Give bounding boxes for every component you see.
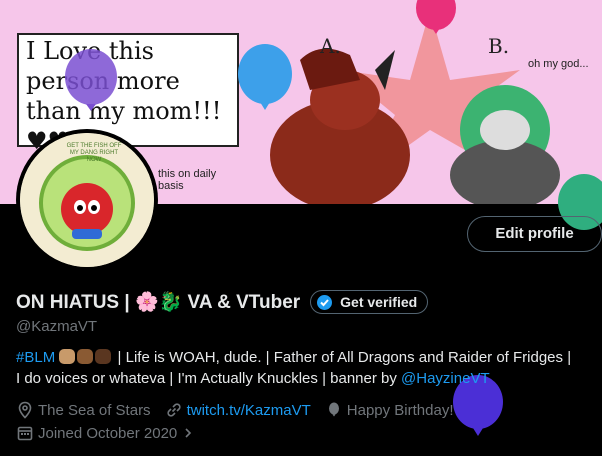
avatar-image: GET THE FISH OFF MY DANG RIGHT NOW <box>20 133 154 267</box>
label-b: B. <box>488 34 510 58</box>
raised-fist-icon <box>59 349 76 364</box>
balloon-decoration-pink-icon <box>416 0 456 34</box>
avatar-caption: GET THE FISH OFF MY DANG RIGHT NOW <box>66 143 122 163</box>
calendar-icon <box>17 426 33 441</box>
username-handle: @KazmaVT <box>16 318 98 335</box>
avatar[interactable]: GET THE FISH OFF MY DANG RIGHT NOW <box>16 129 158 271</box>
link-icon <box>166 403 181 417</box>
bio-line-2: I do voices or whateva | I'm Actually Kn… <box>16 370 397 387</box>
side-note: oh my god... <box>528 58 589 70</box>
profile-meta-row-2: Joined October 2020 <box>16 422 213 444</box>
label-a: A. <box>320 34 341 58</box>
get-verified-button[interactable]: Get verified <box>310 290 429 314</box>
get-verified-label: Get verified <box>340 294 418 310</box>
edit-profile-button[interactable]: Edit profile <box>467 216 602 252</box>
display-name: ON HIATUS | 🌸🐉 VA & VTuber <box>16 292 301 313</box>
location-item: The Sea of Stars <box>16 401 151 419</box>
profile-bio: #BLM | Life is WOAH, dude. | Father of A… <box>16 347 594 389</box>
birthday-item: Happy Birthday! <box>325 401 454 419</box>
website-link[interactable]: twitch.tv/KazmaVT <box>187 402 311 419</box>
joined-text: Joined October 2020 <box>38 424 178 442</box>
bio-line-1: | Life is WOAH, dude. | Father of All Dr… <box>117 349 572 366</box>
joined-item[interactable]: Joined October 2020 <box>16 424 199 442</box>
balloon-icon <box>328 402 339 417</box>
raised-fist-icon <box>77 349 94 364</box>
banner-credit-link[interactable]: @HayzineVT <box>401 370 490 387</box>
bottom-note: this on daily basis <box>158 168 217 192</box>
website-item[interactable]: twitch.tv/KazmaVT <box>165 401 311 419</box>
birthday-text: Happy Birthday! <box>346 401 454 419</box>
hashtag-link[interactable]: #BLM <box>16 349 55 366</box>
profile-name-row: ON HIATUS | 🌸🐉 VA & VTuber Get verified <box>16 288 429 316</box>
balloon-decoration-blue-icon <box>238 44 292 110</box>
profile-meta-row: The Sea of Stars twitch.tv/KazmaVT Happy… <box>16 399 468 421</box>
verified-check-icon <box>317 294 333 310</box>
location-pin-icon <box>18 401 32 419</box>
raised-fist-icon <box>95 349 112 364</box>
balloon-decoration-purple-icon <box>65 49 117 111</box>
chevron-right-icon <box>185 428 192 438</box>
location-text: The Sea of Stars <box>38 401 151 419</box>
